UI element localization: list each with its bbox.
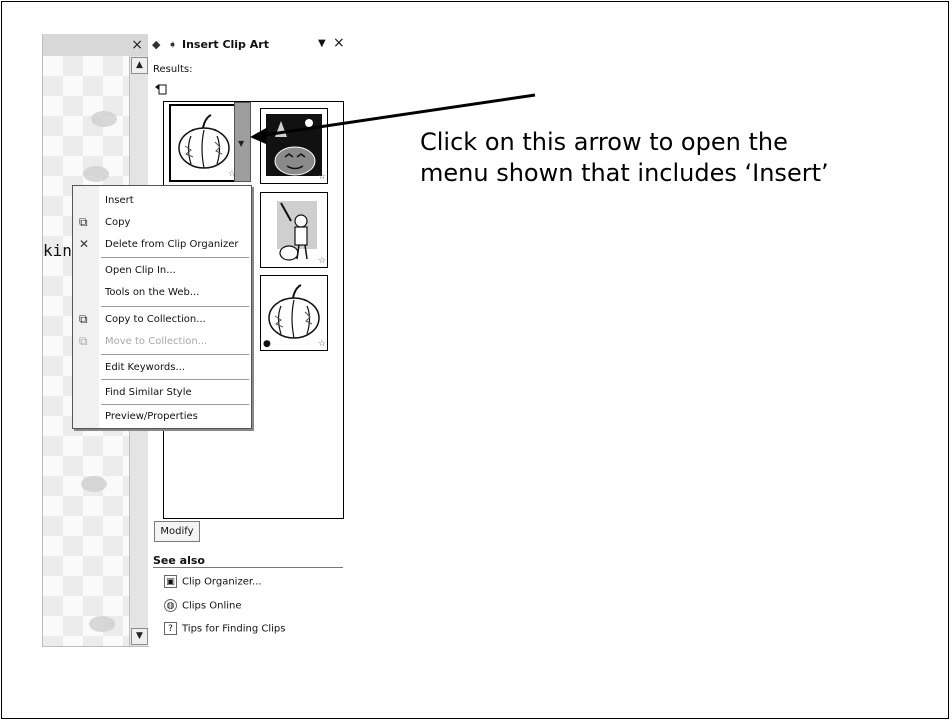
annotation-arrow [250,93,536,144]
annotation-text: Click on this arrow to open the menu sho… [420,128,829,187]
